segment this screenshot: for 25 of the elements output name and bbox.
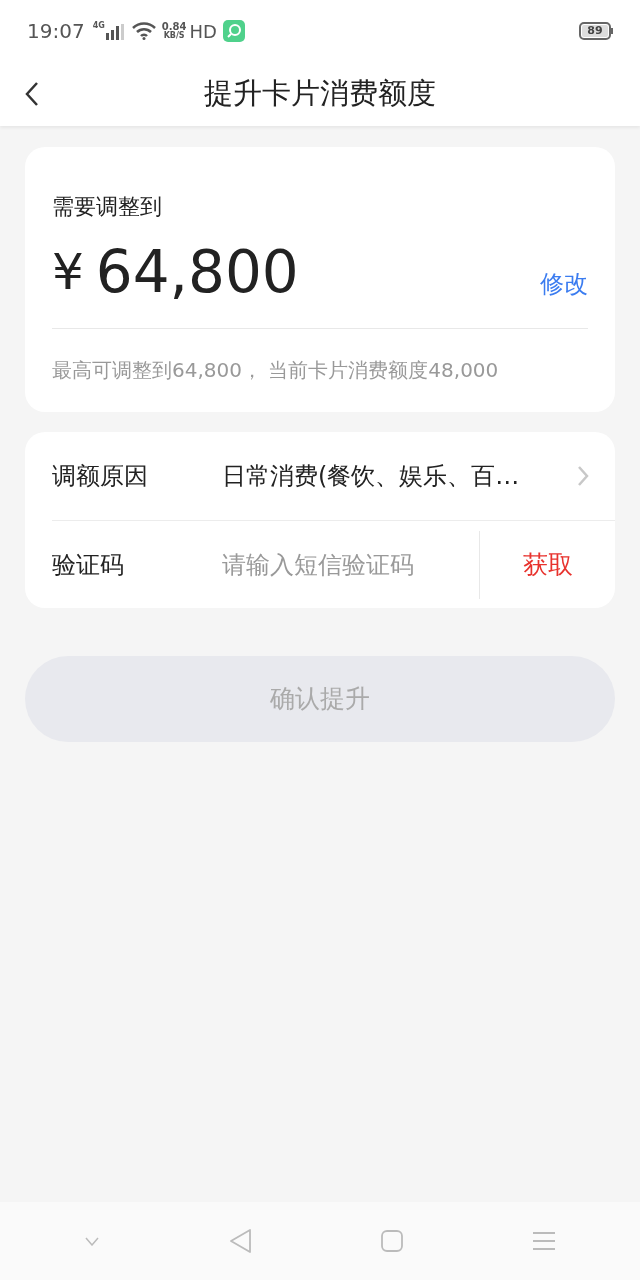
menu-icon[interactable] — [531, 1231, 556, 1251]
wifi-icon — [131, 22, 156, 40]
status-time: 19:07 — [27, 18, 85, 45]
code-input-field[interactable]: 请输入短信验证码 — [222, 521, 479, 608]
speed-unit: KB/S — [163, 32, 185, 40]
hd-label: HD — [189, 19, 217, 44]
get-code-button[interactable]: 获取 — [480, 521, 615, 608]
amount-label: 需要调整到 — [52, 193, 163, 221]
amount-value: 64,800 — [95, 240, 299, 304]
currency-symbol: ¥ — [52, 242, 84, 303]
signal-icon — [105, 24, 124, 40]
page-title: 提升卡片消费额度 — [204, 75, 436, 113]
limit-note: 最高可调整到64,800， 当前卡片消费额度48,000 — [52, 357, 500, 384]
field-label: 验证码 — [52, 549, 125, 581]
reason-select[interactable]: 日常消费(餐饮、娱乐、百… — [222, 432, 615, 520]
chevron-down-icon[interactable] — [84, 1236, 101, 1246]
back-icon[interactable] — [24, 81, 40, 107]
home-nav-icon[interactable] — [381, 1230, 404, 1252]
network-label: 4G — [92, 22, 105, 30]
battery-icon: 89 — [579, 22, 613, 40]
edit-link[interactable]: 修改 — [540, 266, 588, 302]
back-nav-icon[interactable] — [228, 1228, 253, 1254]
field-label: 调额原因 — [52, 461, 149, 492]
speed-value: 0.84 — [161, 22, 187, 32]
chevron-right-icon — [577, 465, 589, 487]
